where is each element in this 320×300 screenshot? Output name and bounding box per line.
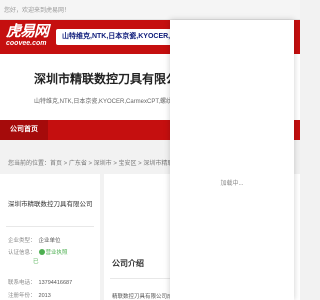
year-row: 注册年份： 2013	[8, 291, 51, 299]
year-value: 2013	[38, 293, 51, 299]
phone-label: 联系电话：	[8, 280, 36, 286]
company-name-title: 深圳市精联数控刀具有限公司	[34, 72, 191, 86]
phone-row: 联系电话： 13794416687	[8, 278, 72, 286]
loading-overlay: 加载中...	[170, 20, 294, 300]
logo-text-cn: 虎易网	[6, 22, 49, 40]
year-label: 注册年份：	[8, 293, 36, 299]
company-type-row: 企业类型： 企业单位	[8, 236, 61, 244]
site-logo[interactable]: 虎易网 coovee.com	[6, 23, 52, 51]
phone-value: 13794416687	[38, 280, 73, 286]
divider	[6, 226, 94, 227]
card-company-name: 深圳市精联数控刀具有限公司	[8, 201, 93, 208]
cert-value[interactable]: 营业执照	[46, 250, 68, 256]
cert-value-continued: 已	[33, 259, 39, 265]
intro-heading: 公司介绍	[112, 259, 144, 268]
logo-text-en: coovee.com	[6, 40, 47, 47]
company-type-label: 企业类型：	[8, 238, 36, 244]
brand-ad-banner[interactable]: 山特维克,NTK,日本京瓷,KYOCER,Carmex	[56, 29, 184, 45]
welcome-text: 您好，欢迎来到虎易网！	[4, 8, 71, 14]
loading-text: 加载中...	[220, 181, 244, 187]
cert-row: 认证信息： 营业执照 已	[8, 248, 68, 265]
verified-icon	[38, 249, 45, 255]
cert-label: 认证信息：	[8, 250, 36, 256]
company-type-value: 企业单位	[38, 238, 61, 244]
nav-item-home[interactable]: 公司首页	[0, 120, 48, 140]
company-brands: 山特维克,NTK,日本京瓷,KYOCER,CarmexCPT,螺纹刀具	[34, 99, 185, 105]
company-info-card: 深圳市精联数控刀具有限公司 企业类型： 企业单位 认证信息： 营业执照 已 联系电话…	[0, 174, 100, 300]
top-bar: 您好，欢迎来到虎易网！	[0, 0, 300, 20]
